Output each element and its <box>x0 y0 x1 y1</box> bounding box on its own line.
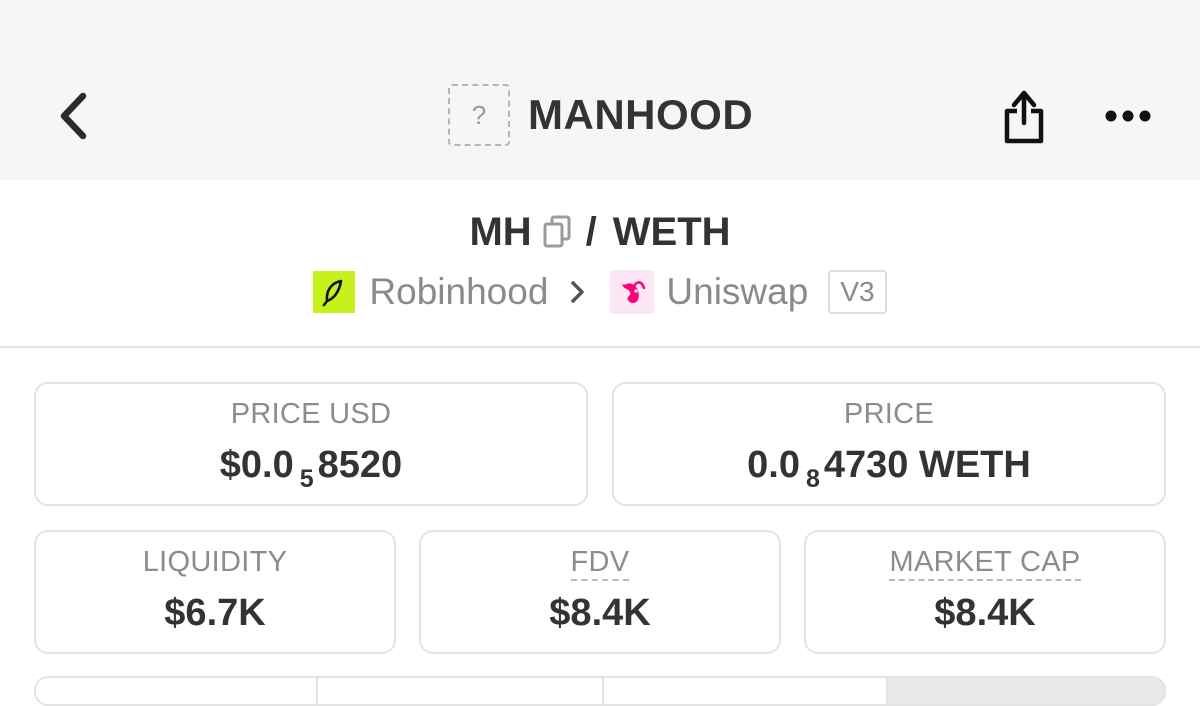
timeframe-tab[interactable] <box>604 678 888 704</box>
base-token-symbol: MH <box>469 209 532 254</box>
chain-name-link[interactable]: Robinhood <box>369 271 548 313</box>
market-cap-value: $8.4K <box>934 592 1036 634</box>
price-native-zero-count: 8 <box>805 465 820 493</box>
section-divider <box>0 346 1200 348</box>
copy-icon <box>543 215 571 248</box>
version-badge: V3 <box>828 270 887 314</box>
price-native-label: PRICE <box>843 398 935 430</box>
quote-token-symbol: WETH <box>612 209 731 254</box>
chevron-right-icon <box>570 280 586 304</box>
pair-separator: / <box>585 209 597 254</box>
market-cap-label[interactable]: MARKET CAP <box>806 546 1164 581</box>
price-usd-value: $0.0 5 8520 <box>219 444 403 493</box>
price-usd-zero-count: 5 <box>299 465 314 493</box>
liquidity-card: LIQUIDITY $6.7K <box>34 530 396 654</box>
page-title: MANHOOD <box>528 91 754 138</box>
share-icon <box>1004 90 1044 144</box>
question-mark-icon: ? <box>471 99 487 130</box>
pair-heading: MH / WETH <box>0 206 1200 258</box>
timeframe-tab[interactable] <box>318 678 604 704</box>
fdv-label[interactable]: FDV <box>421 546 779 581</box>
token-title-group: ? MANHOOD <box>448 82 753 148</box>
price-native-card: PRICE 0.0 8 4730 WETH <box>612 382 1166 506</box>
price-usd-card: PRICE USD $0.0 5 8520 <box>34 382 588 506</box>
top-bar: ? MANHOOD <box>0 0 1200 180</box>
timeframe-tabs <box>34 676 1166 706</box>
share-button[interactable] <box>996 82 1052 148</box>
timeframe-tab[interactable] <box>36 678 318 704</box>
back-button[interactable] <box>48 86 98 146</box>
fdv-value: $8.4K <box>549 592 651 634</box>
fdv-card: FDV $8.4K <box>419 530 781 654</box>
liquidity-value: $6.7K <box>164 592 266 634</box>
uniswap-logo-icon <box>610 270 655 314</box>
liquidity-label: LIQUIDITY <box>142 546 288 578</box>
ellipsis-icon <box>1105 110 1151 122</box>
price-usd-label: PRICE USD <box>230 398 392 430</box>
dex-name-link[interactable]: Uniswap <box>666 271 808 313</box>
market-cap-card: MARKET CAP $8.4K <box>804 530 1166 654</box>
more-options-button[interactable] <box>1100 96 1156 136</box>
token-logo-placeholder: ? <box>448 84 510 146</box>
timeframe-tab-selected[interactable] <box>888 678 1164 704</box>
chevron-left-icon <box>60 92 87 140</box>
robinhood-logo-icon <box>313 271 356 313</box>
copy-address-button[interactable] <box>542 215 572 249</box>
price-native-value: 0.0 8 4730 WETH <box>747 444 1031 493</box>
pair-source: Robinhood Uniswap V3 <box>0 266 1200 318</box>
